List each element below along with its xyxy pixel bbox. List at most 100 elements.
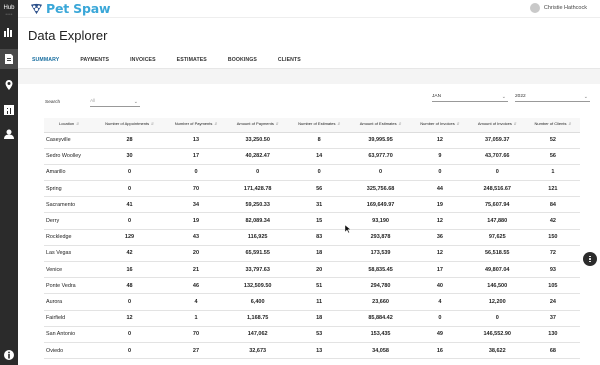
filter-band <box>18 69 600 84</box>
table-row[interactable]: Rockledge 129 43 116,925 83 293,878 36 97,625 15… <box>44 229 580 246</box>
table-row[interactable]: Caseyville 28 13 33,250.50 8 39,995.95 12 37,05… <box>44 132 580 149</box>
value-cell: 0 <box>94 293 165 311</box>
sort-icon[interactable]: ⇵ <box>213 122 217 126</box>
column-header[interactable]: Amount of Estimates ⇵ <box>350 118 412 133</box>
table-row[interactable]: Las Vegas 42 20 65,591.55 18 173,539 12 56,518.… <box>44 245 580 263</box>
month-select[interactable]: JAN ⌄ <box>432 94 508 102</box>
column-header-label: Amount of Estimates <box>359 121 397 127</box>
nav-users[interactable] <box>0 124 18 144</box>
value-cell: 14 <box>288 148 351 165</box>
location-cell: Spring <box>44 180 94 198</box>
column-header[interactable]: Location ⇵ <box>44 118 94 133</box>
brand-logo[interactable]: Pet Spaw <box>30 1 111 16</box>
nav-data-explorer[interactable] <box>0 49 18 69</box>
tab-bookings[interactable]: BOOKINGS <box>224 55 261 69</box>
value-cell: 12,200 <box>468 293 526 311</box>
table-row[interactable]: San Antonio 0 70 147,062 53 153,435 49 146,552.… <box>44 326 580 343</box>
more-options-button[interactable] <box>583 252 597 266</box>
value-cell: 33,797.63 <box>226 261 289 279</box>
value-cell: 72 <box>525 245 580 263</box>
value-cell: 1 <box>525 164 580 182</box>
sort-icon[interactable]: ⇵ <box>513 122 517 126</box>
value-cell: 65,591.55 <box>226 245 289 263</box>
value-cell: 70 <box>165 180 227 198</box>
value-cell: 43,707.66 <box>468 148 526 165</box>
location-cell: Sacramento <box>44 196 94 214</box>
value-cell: 19 <box>411 196 469 214</box>
column-header[interactable]: Number of Clients ⇵ <box>525 118 580 133</box>
value-cell: 40 <box>411 277 469 295</box>
search-select-value: All <box>90 99 96 104</box>
column-header[interactable]: Number of Estimates ⇵ <box>288 118 351 133</box>
table-row[interactable]: Sedro Woolley 30 17 40,282.47 14 63,977.70 9 43… <box>44 148 580 165</box>
value-cell: 33,250.50 <box>226 132 289 149</box>
table-row[interactable]: Sacramento 41 34 59,250.33 31 169,649.97 19 75,… <box>44 196 580 214</box>
sort-icon[interactable]: ⇵ <box>398 122 402 126</box>
column-header[interactable]: Number of Payments ⇵ <box>165 118 227 133</box>
value-cell: 12 <box>94 310 165 327</box>
value-cell: 37,059.37 <box>468 132 526 149</box>
value-cell: 9 <box>411 148 469 165</box>
sort-icon[interactable]: ⇵ <box>456 122 460 126</box>
nav-business[interactable] <box>0 100 18 120</box>
location-cell: Ponte Vedra <box>44 277 94 295</box>
table-row[interactable]: Fairfield 12 1 1,168.75 18 85,884.42 0 0 37 <box>44 310 580 327</box>
value-cell: 32,673 <box>226 342 289 360</box>
table-row[interactable]: Aurora 0 4 6,400 11 23,660 4 12,200 24 <box>44 293 580 311</box>
nav-analytics[interactable] <box>0 22 18 42</box>
user-menu[interactable]: Christie Hathcock <box>529 3 587 13</box>
sort-icon[interactable]: ⇵ <box>336 122 340 126</box>
tab-invoices[interactable]: INVOICES <box>126 55 160 69</box>
tab-bar: SUMMARY PAYMENTS INVOICES ESTIMATES BOOK… <box>28 55 318 69</box>
value-cell: 56 <box>288 180 351 198</box>
value-cell: 12 <box>411 132 469 149</box>
location-cell: Rockledge <box>44 229 94 246</box>
value-cell: 56,518.55 <box>468 245 526 263</box>
search-select[interactable]: All ⌄ <box>90 99 140 107</box>
value-cell: 18 <box>288 245 351 263</box>
tab-clients[interactable]: CLIENTS <box>274 55 305 69</box>
value-cell: 121 <box>525 180 580 198</box>
sort-icon[interactable]: ⇵ <box>275 122 279 126</box>
value-cell: 294,780 <box>350 277 412 295</box>
value-cell: 146,500 <box>468 277 526 295</box>
table-row[interactable]: Ponte Vedra 48 46 132,509.50 51 294,780 40 146,… <box>44 277 580 295</box>
column-header-label: Location <box>59 121 75 127</box>
column-header[interactable]: Number of Invoices ⇵ <box>411 118 469 133</box>
value-cell: 0 <box>94 180 165 198</box>
value-cell: 21 <box>165 261 227 279</box>
sort-icon[interactable]: ⇵ <box>75 122 79 126</box>
value-cell: 82,089.34 <box>226 212 289 230</box>
column-header[interactable]: Amount of Payments ⇵ <box>226 118 289 133</box>
search-label: Search <box>45 100 61 105</box>
value-cell: 146,552.90 <box>468 326 526 343</box>
value-cell: 85,884.42 <box>350 310 412 327</box>
summary-table: Location ⇵ Number of Appointments ⇵ Number… <box>44 118 580 360</box>
value-cell: 70 <box>165 326 227 343</box>
dot-icon <box>589 258 591 260</box>
column-header[interactable]: Amount of Invoices ⇵ <box>468 118 526 133</box>
value-cell: 0 <box>411 310 469 327</box>
sort-icon[interactable]: ⇵ <box>567 122 571 126</box>
nav-locations[interactable] <box>0 75 18 95</box>
building-icon <box>4 105 14 115</box>
value-cell: 105 <box>525 277 580 295</box>
tab-estimates[interactable]: ESTIMATES <box>173 55 211 69</box>
value-cell: 0 <box>94 212 165 230</box>
table-row[interactable]: Amarillo 0 0 0 0 0 0 0 1 <box>44 164 580 182</box>
year-select[interactable]: 2022 ⌄ <box>515 94 590 102</box>
sort-icon[interactable]: ⇵ <box>150 122 154 126</box>
value-cell: 17 <box>165 148 227 165</box>
table-row[interactable]: Derry 0 19 82,089.34 15 93,190 12 147,880 42 <box>44 212 580 230</box>
nav-info[interactable] <box>0 345 18 365</box>
value-cell: 153,435 <box>350 326 412 343</box>
hub-logo[interactable]: Hub • • • • <box>0 0 18 17</box>
value-cell: 6,400 <box>226 293 289 311</box>
table-row[interactable]: Oviedo 0 27 32,673 13 34,058 16 38,622 68 <box>44 342 580 360</box>
year-select-value: 2022 <box>515 94 526 99</box>
table-row[interactable]: Venice 16 21 33,797.63 20 58,835.45 17 49,807.0… <box>44 261 580 279</box>
tab-payments[interactable]: PAYMENTS <box>76 55 113 69</box>
column-header[interactable]: Number of Appointments ⇵ <box>94 118 165 133</box>
table-row[interactable]: Spring 0 70 171,428.78 56 325,756.68 44 248,516… <box>44 180 580 198</box>
tab-summary[interactable]: SUMMARY <box>28 55 64 69</box>
